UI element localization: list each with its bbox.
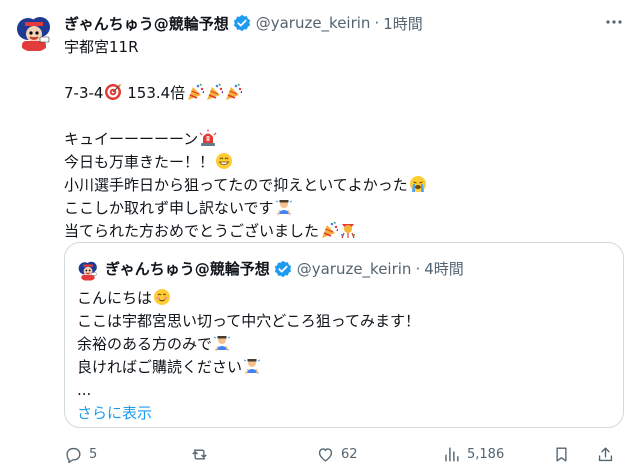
bookmark-icon bbox=[556, 446, 567, 462]
views-button[interactable]: 5,186 bbox=[442, 442, 504, 466]
more-icon[interactable] bbox=[602, 10, 626, 34]
separator-dot: · bbox=[374, 14, 380, 32]
text-line: ... bbox=[77, 381, 92, 399]
party-popper-icon bbox=[225, 83, 243, 101]
quoted-avatar[interactable] bbox=[77, 259, 99, 281]
party-popper-icon bbox=[321, 221, 339, 239]
avatar[interactable] bbox=[14, 12, 54, 52]
heart-icon bbox=[318, 447, 333, 462]
like-button[interactable]: 62 bbox=[316, 442, 358, 466]
verified-badge-icon bbox=[273, 259, 292, 278]
share-button[interactable] bbox=[596, 442, 615, 466]
quoted-tweet[interactable]: ぎゃんちゅう@競輪予想 @yaruze_keirin · 4時間 こんにちは こ… bbox=[64, 242, 624, 428]
bowing-person-icon bbox=[274, 199, 293, 216]
text-line: キュイーーーーーン bbox=[64, 128, 624, 151]
text-line: 小川選手昨日から狙ってたので抑えといてよかった bbox=[64, 174, 624, 197]
smiling-face-icon bbox=[153, 288, 171, 306]
tweet-text: 宇都宮11R 7-3-4 153.4倍 キュイーーーーーン 今日も万車きたー！！… bbox=[64, 36, 624, 243]
text-line: ここは宇都宮思い切って中穴どころ狙ってみます！ bbox=[77, 312, 421, 330]
tweet-header: ぎゃんちゅう@競輪予想 @yaruze_keirin · 1時間 bbox=[64, 12, 423, 34]
quoted-display-name[interactable]: ぎゃんちゅう@競輪予想 bbox=[105, 258, 270, 279]
text-line: さらに表示 bbox=[77, 402, 607, 425]
text-line: ここしか取れず申し訳ないです bbox=[64, 197, 624, 220]
text-line: 宇都宮11R bbox=[64, 38, 139, 56]
text-line: 余裕のある方のみで bbox=[77, 333, 607, 356]
quoted-timestamp[interactable]: 4時間 bbox=[424, 258, 464, 279]
party-popper-icon bbox=[187, 83, 205, 101]
text-line: 今日も万車きたー！！ bbox=[64, 151, 624, 174]
verified-badge-icon bbox=[232, 14, 251, 32]
display-name[interactable]: ぎゃんちゅう@競輪予想 bbox=[64, 13, 229, 34]
siren-icon bbox=[199, 129, 217, 147]
views-count: 5,186 bbox=[467, 446, 505, 462]
views-chart-icon bbox=[445, 446, 459, 462]
quoted-text: こんにちは ここは宇都宮思い切って中穴どころ狙ってみます！ 余裕のある方のみで … bbox=[77, 287, 607, 425]
retweet-icon bbox=[192, 448, 207, 460]
text-line: 良ければご購読ください bbox=[77, 356, 607, 379]
show-more-link[interactable]: さらに表示 bbox=[77, 404, 152, 422]
bookmark-button[interactable] bbox=[552, 442, 571, 466]
text-line: 当てられた方おめでとうございました bbox=[64, 220, 624, 243]
separator-dot: · bbox=[415, 259, 421, 278]
grinning-face-icon bbox=[215, 152, 233, 170]
share-icon bbox=[598, 446, 613, 461]
bowing-person-icon bbox=[243, 358, 261, 375]
crying-face-icon bbox=[409, 175, 427, 193]
bullseye-icon bbox=[104, 83, 123, 101]
action-bar: 5 62 5,186 bbox=[64, 442, 624, 466]
text-line: 7-3-4 153.4倍 bbox=[64, 82, 624, 105]
reply-count: 5 bbox=[89, 446, 98, 462]
like-count: 62 bbox=[341, 446, 358, 462]
retweet-button[interactable] bbox=[190, 442, 215, 466]
confetti-ball-icon bbox=[340, 223, 356, 239]
party-popper-icon bbox=[206, 83, 224, 101]
reply-icon bbox=[66, 447, 81, 463]
handle[interactable]: @yaruze_keirin bbox=[256, 14, 371, 32]
bowing-person-icon bbox=[213, 335, 231, 352]
timestamp[interactable]: 1時間 bbox=[383, 13, 423, 34]
reply-button[interactable]: 5 bbox=[64, 442, 97, 466]
text-line: こんにちは bbox=[77, 287, 607, 310]
quoted-handle[interactable]: @yaruze_keirin bbox=[297, 260, 412, 278]
tweet[interactable]: ぎゃんちゅう@競輪予想 @yaruze_keirin · 1時間 宇都宮11R … bbox=[0, 0, 640, 475]
quoted-header: ぎゃんちゅう@競輪予想 @yaruze_keirin · 4時間 bbox=[105, 258, 464, 279]
